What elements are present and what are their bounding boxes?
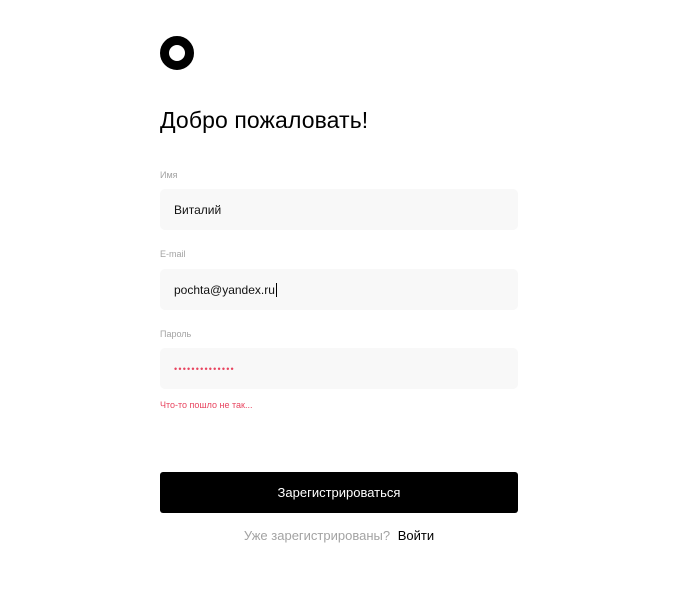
password-label: Пароль bbox=[160, 329, 192, 339]
login-prompt: Уже зарегистрированы? Войти bbox=[160, 528, 518, 544]
email-field[interactable]: pochta@yandex.ru bbox=[160, 269, 518, 310]
text-caret bbox=[275, 282, 277, 297]
name-label: Имя bbox=[160, 170, 178, 180]
already-registered-text: Уже зарегистрированы? bbox=[243, 528, 391, 543]
password-error-message: Что-то пошло не так... bbox=[160, 400, 253, 410]
logo-icon bbox=[160, 36, 194, 70]
email-field-value: pochta@yandex.ru bbox=[174, 282, 275, 297]
register-button[interactable]: Зарегистрироваться bbox=[160, 472, 518, 513]
login-link[interactable]: Войти bbox=[398, 528, 434, 543]
page-title: Добро пожаловать! bbox=[160, 107, 369, 133]
name-field[interactable]: Виталий bbox=[160, 189, 518, 230]
password-field-value: •••••••••••••• bbox=[174, 363, 235, 374]
email-label: E-mail bbox=[160, 249, 186, 259]
password-field[interactable]: •••••••••••••• bbox=[160, 348, 518, 389]
name-field-value: Виталий bbox=[174, 202, 222, 217]
